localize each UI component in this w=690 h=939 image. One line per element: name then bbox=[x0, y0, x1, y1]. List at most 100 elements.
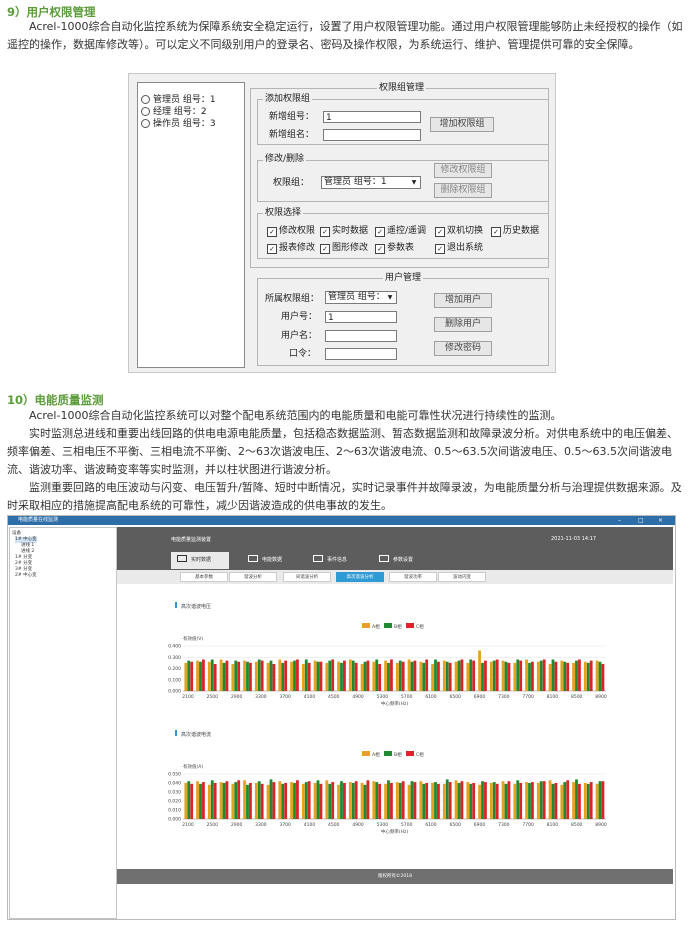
perm-checkbox[interactable]: ✓ 退出系统 bbox=[435, 243, 483, 254]
bar bbox=[290, 661, 293, 691]
bar bbox=[434, 782, 437, 819]
maximize-icon[interactable]: □ bbox=[638, 516, 644, 525]
bar bbox=[583, 661, 587, 691]
new-name-input[interactable] bbox=[323, 129, 421, 141]
user-name-input[interactable] bbox=[325, 330, 397, 342]
x-tick-label: 3700 bbox=[279, 822, 291, 828]
bar bbox=[387, 780, 390, 819]
bar bbox=[363, 784, 367, 819]
change-password-button[interactable]: 修改密码 bbox=[434, 341, 492, 356]
bar bbox=[231, 664, 235, 691]
bar bbox=[539, 660, 543, 692]
sub-tab[interactable]: 波动闪变 bbox=[438, 572, 486, 582]
bar bbox=[457, 783, 461, 819]
y-tick-label: 0.300 bbox=[168, 655, 181, 661]
chart-title: 高次谐波电流 bbox=[181, 731, 211, 738]
tab-settings[interactable]: 参数设置 bbox=[379, 552, 435, 569]
bar bbox=[210, 780, 214, 819]
bar bbox=[210, 659, 214, 691]
user-group-select[interactable]: 管理员 组号： ▼ bbox=[325, 291, 397, 304]
section-10-text-2: 实时监测总进线和重要出线回路的供电电源电能质量，包括稳态数据监测、暂态数据监测和… bbox=[7, 427, 678, 476]
delete-user-button[interactable]: 删除用户 bbox=[434, 317, 492, 332]
legend-label: B相 bbox=[394, 623, 402, 630]
bar bbox=[563, 661, 567, 691]
bar bbox=[390, 783, 393, 819]
bar bbox=[542, 659, 546, 691]
user-id-input[interactable]: 1 bbox=[325, 311, 397, 323]
bar bbox=[489, 783, 493, 819]
tab-events[interactable]: 事件信息 bbox=[313, 552, 369, 569]
bar bbox=[301, 664, 305, 691]
add-group-button[interactable]: 增加权限组 bbox=[430, 117, 494, 132]
perm-checkbox[interactable]: ✓ 双机切换 bbox=[435, 226, 483, 237]
bar bbox=[448, 782, 452, 819]
close-icon[interactable]: × bbox=[658, 516, 663, 525]
bar bbox=[222, 783, 226, 819]
bar bbox=[375, 659, 379, 691]
tree-item[interactable]: 经理 组号：2 bbox=[141, 107, 207, 118]
password-input[interactable] bbox=[325, 348, 397, 360]
bar bbox=[254, 661, 258, 691]
tree-node[interactable]: 2# 中心变 bbox=[15, 573, 37, 579]
bar bbox=[225, 660, 229, 692]
bar bbox=[519, 660, 523, 692]
bar bbox=[304, 659, 308, 691]
sub-tab[interactable]: 谐波分析 bbox=[229, 572, 277, 582]
perm-label: 报表修改 bbox=[279, 243, 316, 253]
bar bbox=[249, 783, 252, 819]
check-icon: ✓ bbox=[320, 227, 330, 237]
bar bbox=[589, 660, 593, 692]
permission-dialog: 管理员 组号：1 经理 组号：2 操作员 组号：3 权限组管理 添加权限组 新增… bbox=[128, 73, 556, 373]
perm-checkbox[interactable]: ✓ 遥控/遥调 bbox=[375, 226, 426, 237]
perm-checkbox[interactable]: ✓ 实时数据 bbox=[320, 226, 368, 237]
bar bbox=[413, 660, 417, 692]
bar bbox=[431, 783, 434, 819]
y-tick-label: 0.050 bbox=[168, 772, 181, 778]
bar bbox=[313, 660, 317, 692]
group-select[interactable]: 管理员 组号：1 ▼ bbox=[321, 176, 421, 189]
perm-checkbox[interactable]: ✓ 历史数据 bbox=[491, 226, 539, 237]
bar bbox=[384, 783, 387, 819]
perm-checkbox[interactable]: ✓ 修改权限 bbox=[267, 226, 315, 237]
bar bbox=[246, 661, 249, 691]
bar bbox=[413, 782, 417, 819]
bar bbox=[340, 662, 343, 692]
sub-tab[interactable]: 基本参数 bbox=[180, 572, 228, 582]
add-user-button[interactable]: 增加用户 bbox=[434, 293, 492, 308]
bar bbox=[307, 662, 311, 692]
bar bbox=[536, 783, 540, 819]
x-tick-label: 4900 bbox=[352, 822, 364, 828]
x-tick-label: 6500 bbox=[450, 694, 462, 700]
perm-checkbox[interactable]: ✓ 参数表 bbox=[375, 243, 414, 254]
bar bbox=[360, 664, 364, 691]
bar bbox=[466, 662, 470, 692]
sub-tab[interactable]: 谐波功率 bbox=[389, 572, 437, 582]
new-id-input[interactable]: 1 bbox=[323, 111, 421, 123]
tree-item[interactable]: 操作员 组号：3 bbox=[141, 119, 216, 130]
group-tree[interactable]: 管理员 组号：1 经理 组号：2 操作员 组号：3 bbox=[137, 82, 245, 368]
check-icon: ✓ bbox=[435, 227, 445, 237]
delete-group-button[interactable]: 删除权限组 bbox=[434, 183, 492, 198]
perm-checkbox[interactable]: ✓ 报表修改 bbox=[267, 243, 315, 254]
bar bbox=[296, 780, 299, 819]
legend-swatch bbox=[384, 623, 392, 628]
sub-tab[interactable]: 高次谐波分析 bbox=[336, 572, 384, 582]
minimize-icon[interactable]: – bbox=[618, 516, 621, 525]
modify-group-button[interactable]: 修改权限组 bbox=[434, 163, 492, 178]
check-icon: ✓ bbox=[375, 227, 385, 237]
y-tick-label: 0.030 bbox=[168, 790, 181, 796]
sub-tab[interactable]: 间谐波分析 bbox=[283, 572, 331, 582]
bar bbox=[290, 782, 293, 819]
bar bbox=[207, 661, 211, 691]
bar bbox=[266, 784, 270, 819]
tab-realtime[interactable]: 实时数据 bbox=[171, 552, 229, 569]
section-10-text-3: 监测重要回路的电压波动与闪变、电压暂升/暂降、短时中断情况，实时记录事件并故障录… bbox=[7, 481, 682, 512]
bar bbox=[481, 781, 484, 819]
tab-energy[interactable]: 电能数据 bbox=[248, 552, 304, 569]
perm-checkbox[interactable]: ✓ 图形修改 bbox=[320, 243, 368, 254]
x-tick-label: 8100 bbox=[547, 694, 559, 700]
bar bbox=[507, 662, 511, 692]
tree-item[interactable]: 管理员 组号：1 bbox=[141, 95, 216, 106]
chevron-down-icon: ▼ bbox=[387, 294, 393, 301]
perm-label: 修改权限 bbox=[279, 226, 316, 236]
